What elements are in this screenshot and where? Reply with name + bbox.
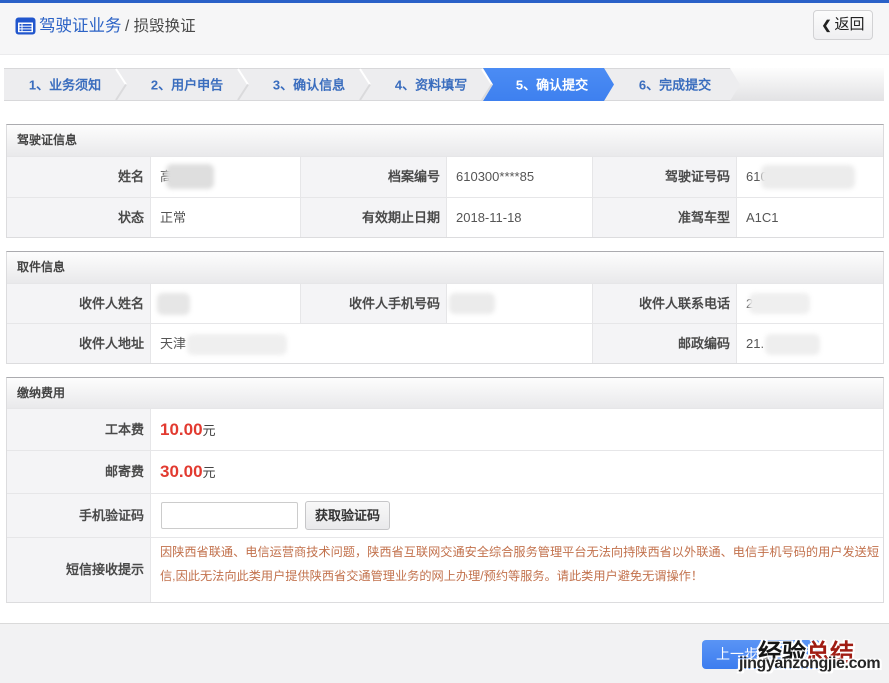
svg-text:3、确认信息: 3、确认信息 <box>273 78 345 93</box>
svg-text:6、完成提交: 6、完成提交 <box>639 78 711 93</box>
svg-text:5、确认提交: 5、确认提交 <box>516 78 588 93</box>
svg-text:1、业务须知: 1、业务须知 <box>29 78 101 93</box>
svg-text:2、用户申告: 2、用户申告 <box>151 78 223 93</box>
svg-text:4、资料填写: 4、资料填写 <box>395 78 467 93</box>
